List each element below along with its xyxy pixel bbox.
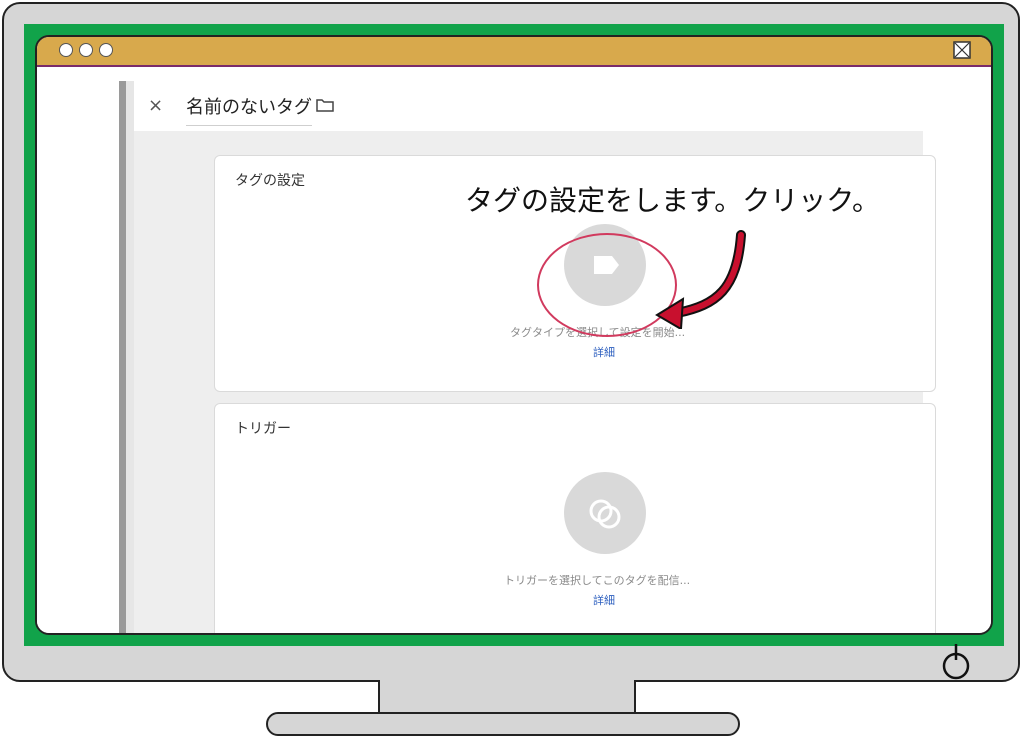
app-window: × 名前のないタグ タグの設定 タグタイプを選択して設定を開始... 詳細 トリ…: [35, 35, 993, 635]
tag-config-details-link[interactable]: 詳細: [593, 344, 615, 360]
trigger-description: トリガーを選択してこのタグを配信...: [504, 574, 691, 587]
screen-border: × 名前のないタグ タグの設定 タグタイプを選択して設定を開始... 詳細 トリ…: [24, 24, 1004, 646]
folder-icon[interactable]: [316, 97, 334, 113]
monitor-stand-neck: [378, 680, 636, 714]
sidebar-shadow: [126, 81, 134, 633]
window-dot-1[interactable]: [59, 43, 73, 57]
window-dot-2[interactable]: [79, 43, 93, 57]
close-editor-button[interactable]: ×: [148, 95, 163, 116]
window-close-icon[interactable]: [953, 41, 971, 59]
tag-config-title: タグの設定: [235, 173, 305, 189]
window-titlebar: [37, 37, 991, 67]
power-icon[interactable]: [940, 642, 972, 680]
trigger-card[interactable]: トリガー トリガーを選択してこのタグを配信... 詳細: [214, 403, 936, 633]
trigger-details-link[interactable]: 詳細: [593, 592, 615, 608]
trigger-select-button[interactable]: [564, 472, 646, 554]
window-dot-3[interactable]: [99, 43, 113, 57]
trigger-title: トリガー: [235, 421, 291, 437]
monitor-frame: × 名前のないタグ タグの設定 タグタイプを選択して設定を開始... 詳細 トリ…: [2, 2, 1020, 682]
sidebar-divider: [119, 81, 126, 633]
trigger-icon: [589, 499, 621, 529]
annotation-text: タグの設定をします。クリック。: [465, 184, 880, 217]
monitor-stand-base: [266, 712, 740, 736]
arrow-icon: [655, 230, 746, 329]
tag-editor: × 名前のないタグ タグの設定 タグタイプを選択して設定を開始... 詳細 トリ…: [37, 67, 991, 633]
tag-name-field[interactable]: 名前のないタグ: [186, 93, 312, 126]
